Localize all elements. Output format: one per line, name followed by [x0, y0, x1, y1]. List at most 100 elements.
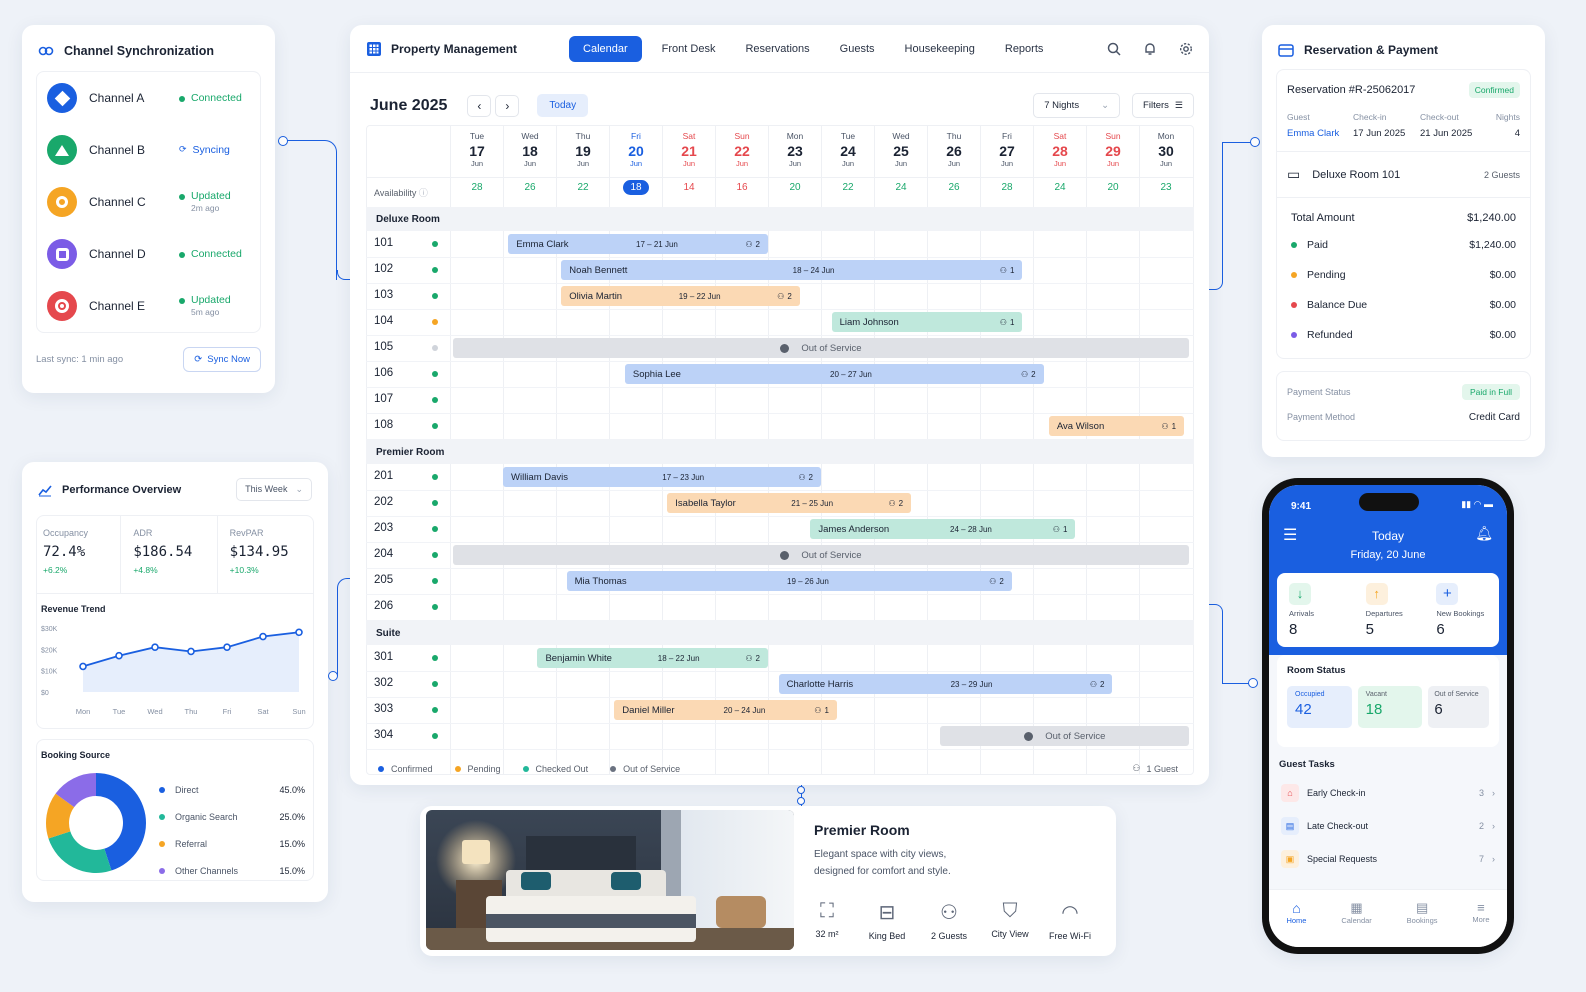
channel-footer: Last sync: 1 min ago ⟳ Sync Now: [22, 333, 275, 372]
guest-icon: ⚇: [1132, 763, 1141, 773]
trend-point[interactable]: [187, 647, 195, 656]
guest-icon: ⚇: [798, 472, 806, 482]
room-number[interactable]: 104: [374, 315, 393, 327]
room-number[interactable]: 103: [374, 289, 393, 301]
channel-row[interactable]: Channel A Connected: [37, 72, 260, 124]
booking-bar[interactable]: Isabella Taylor 21 – 25 Jun ⚇ 2: [667, 493, 912, 513]
channel-status: Connected: [179, 92, 242, 104]
stat-departures[interactable]: ↑ Departures 5: [1358, 573, 1431, 647]
booking-bar[interactable]: Sophia Lee 20 – 27 Jun ⚇ 2: [624, 364, 1044, 384]
booking-bar[interactable]: Mia Thomas 19 – 26 Jun ⚇ 2: [566, 571, 1012, 591]
room-number[interactable]: 101: [374, 237, 393, 249]
trend-point[interactable]: [151, 643, 159, 652]
booking-source: Booking Source Direct 45.0% Organic Search…: [36, 739, 314, 881]
room-number[interactable]: 105: [374, 341, 393, 353]
bookmark-icon: ⛉: [1002, 900, 1018, 922]
out-of-service-block[interactable]: Out of Service: [452, 545, 1190, 565]
channel-row[interactable]: Channel E Updated 5m ago: [37, 280, 260, 332]
day-name: Sun: [734, 131, 750, 141]
tab-calendar-mobile[interactable]: ▦ Calendar: [1341, 900, 1371, 947]
trend-point[interactable]: [295, 628, 303, 637]
calendar-panel: Property Management Calendar Front Desk …: [350, 25, 1209, 785]
tab-bookings[interactable]: ▤ Bookings: [1407, 900, 1438, 947]
day-number: 26: [946, 143, 962, 159]
booking-bar[interactable]: Daniel Miller 20 – 24 Jun ⚇ 1: [614, 700, 837, 720]
booking-bar[interactable]: Emma Clark 17 – 21 Jun ⚇ 2: [508, 234, 768, 254]
booking-bar[interactable]: James Anderson 24 – 28 Jun ⚇ 1: [810, 519, 1076, 539]
amenity-guests: ⚇ 2 Guests: [919, 900, 979, 941]
task-early-checkin[interactable]: ⌂ Early Check-in 3 ›: [1277, 776, 1499, 809]
status-out-of-service[interactable]: Out of Service 6: [1428, 686, 1490, 728]
trend-point[interactable]: [115, 651, 123, 660]
booking-guests: 2: [999, 576, 1004, 586]
booking-bar[interactable]: William Davis 17 – 23 Jun ⚇ 2: [503, 467, 821, 487]
room-description: Elegant space with city views, designed f…: [814, 849, 951, 877]
payment-line: Paid $1,240.00: [1287, 230, 1520, 260]
sync-now-button[interactable]: ⟳ Sync Now: [183, 347, 261, 372]
day-month: Jun: [841, 159, 855, 168]
channel-row[interactable]: Channel D Connected: [37, 228, 260, 280]
booking-guest: Ava Wilson: [1056, 420, 1105, 432]
row-divider: [366, 257, 1194, 258]
room-number[interactable]: 302: [374, 677, 393, 689]
day-month: Jun: [1159, 159, 1173, 168]
minus-circle-icon: [780, 550, 790, 560]
bell-icon: ⌂: [1281, 783, 1299, 802]
status-occupied[interactable]: Occupied 42: [1287, 686, 1352, 728]
period-select[interactable]: This Week ⌄: [236, 478, 312, 501]
room-number[interactable]: 201: [374, 470, 393, 482]
stat-new-bookings[interactable]: + New Bookings 6: [1430, 573, 1499, 647]
payment-dot: [1291, 242, 1297, 248]
room-number[interactable]: 102: [374, 263, 393, 275]
day-name: Tue: [469, 131, 485, 141]
task-late-checkout[interactable]: ▤ Late Check-out 2 ›: [1277, 809, 1499, 842]
room-number[interactable]: 204: [374, 548, 393, 560]
trend-point[interactable]: [259, 632, 267, 641]
booking-guest: William Davis: [511, 471, 568, 483]
guest-icon: ⚇: [1052, 524, 1060, 534]
payment-status-badge: Paid in Full: [1461, 384, 1520, 400]
out-of-service-block[interactable]: Out of Service: [452, 338, 1190, 358]
guest-link[interactable]: Emma Clark: [1287, 128, 1353, 139]
room-number[interactable]: 205: [374, 574, 393, 586]
booking-bar[interactable]: Liam Johnson ⚇ 1: [831, 312, 1023, 332]
trend-point[interactable]: [223, 643, 231, 652]
room-number[interactable]: 303: [374, 703, 393, 715]
availability-value: 26: [524, 182, 536, 193]
room-number[interactable]: 106: [374, 367, 393, 379]
stat-arrivals[interactable]: ↓ Arrivals 8: [1277, 573, 1358, 647]
room-status-card: Room Status Occupied 42 Vacant 18 Out of S…: [1277, 655, 1499, 747]
booking-bar[interactable]: Benjamin White 18 – 22 Jun ⚇ 2: [537, 648, 768, 668]
room-number[interactable]: 206: [374, 600, 393, 612]
room-number[interactable]: 203: [374, 522, 393, 534]
tab-more[interactable]: ≡ More: [1472, 900, 1489, 947]
availability-value: 14: [683, 182, 695, 193]
amenity-view: ⛉ City View: [980, 900, 1040, 939]
tab-home[interactable]: ⌂ Home: [1286, 900, 1306, 947]
donut-slice[interactable]: [48, 831, 112, 873]
channel-row[interactable]: Channel B ⟳ Syncing: [37, 124, 260, 176]
channel-status: ⟳ Syncing: [179, 144, 230, 156]
booking-bar[interactable]: Noah Bennett 18 – 24 Jun ⚇ 1: [561, 260, 1023, 280]
task-special-requests[interactable]: ▣ Special Requests 7 ›: [1277, 842, 1499, 875]
room-number[interactable]: 202: [374, 496, 393, 508]
availability-value: 28: [471, 182, 483, 193]
booking-bar[interactable]: Ava Wilson ⚇ 1: [1048, 416, 1185, 436]
booking-bar[interactable]: Charlotte Harris 23 – 29 Jun ⚇ 2: [778, 674, 1113, 694]
booking-bar[interactable]: Olivia Martin 19 – 22 Jun ⚇ 2: [561, 286, 800, 306]
link-icon: [38, 46, 54, 56]
room-number[interactable]: 301: [374, 651, 393, 663]
refresh-icon: ⟳: [194, 354, 203, 365]
channel-row[interactable]: Channel C Updated 2m ago: [37, 176, 260, 228]
trend-point[interactable]: [79, 662, 87, 671]
availability-value: 22: [842, 182, 854, 193]
room-number[interactable]: 304: [374, 729, 393, 741]
room-number[interactable]: 107: [374, 393, 393, 405]
status-vacant[interactable]: Vacant 18: [1357, 686, 1423, 728]
bookings-icon: ▤: [1415, 900, 1429, 915]
room-status-dot: [432, 474, 438, 480]
room-number[interactable]: 108: [374, 419, 393, 431]
out-of-service-block[interactable]: Out of Service: [940, 726, 1190, 746]
gift-icon: ▣: [1281, 849, 1299, 868]
day-name: Tue: [840, 131, 856, 141]
